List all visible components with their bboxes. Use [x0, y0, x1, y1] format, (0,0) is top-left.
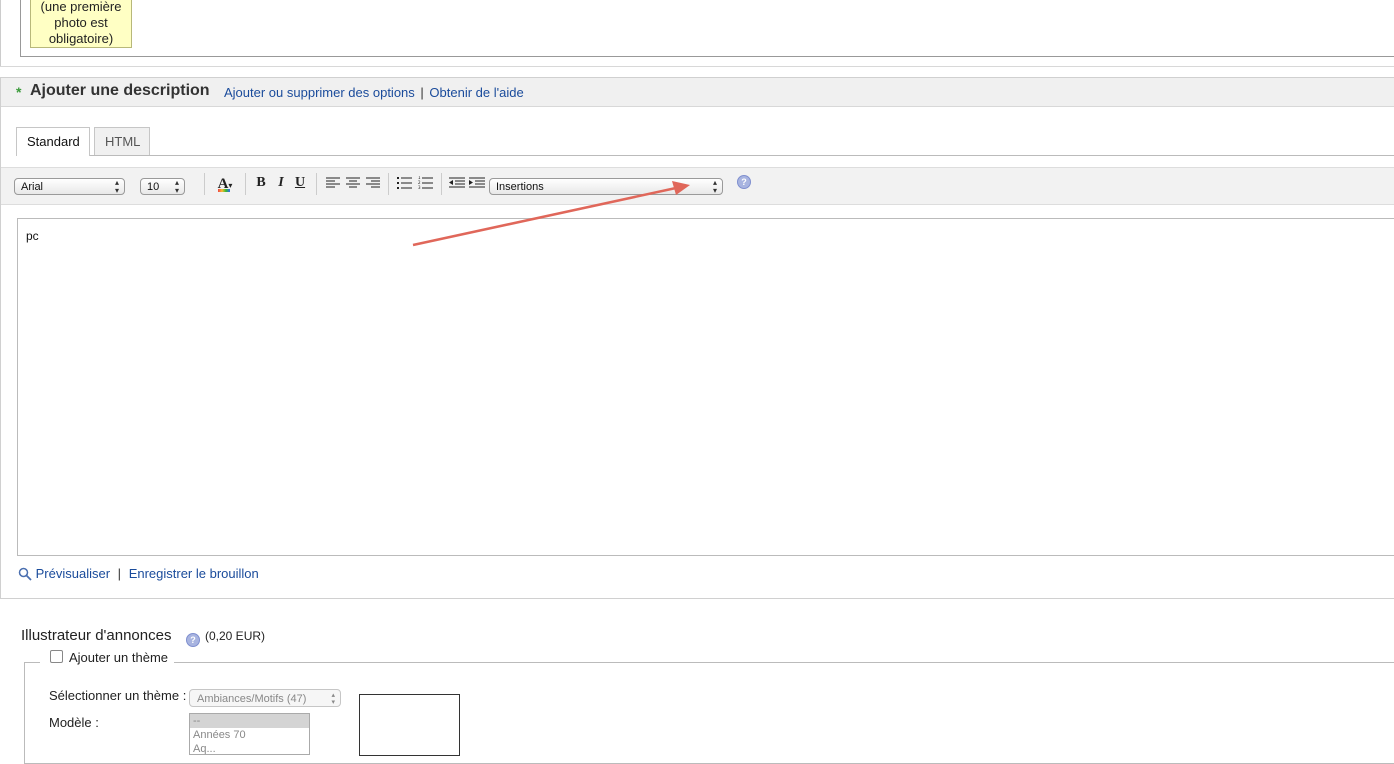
theme-select[interactable]: Ambiances/Motifs (47) ▴ ▾	[189, 689, 341, 707]
add-theme-checkbox[interactable]	[50, 650, 63, 663]
list-item[interactable]: Années 70	[190, 728, 309, 742]
list-item[interactable]: Aq...	[190, 742, 309, 754]
add-theme-label: Ajouter un thème	[69, 650, 169, 665]
illustrator-title: Illustrateur d'annonces	[21, 627, 172, 644]
list-item[interactable]: --	[190, 714, 309, 728]
preview-links: Prévisualiser | Enregistrer le brouillon	[18, 566, 259, 581]
model-label: Modèle :	[49, 715, 99, 730]
illustrator-help-icon[interactable]: ?	[186, 633, 200, 647]
model-listbox[interactable]: -- Années 70 Aq...	[189, 713, 310, 755]
magnifier-icon	[18, 567, 32, 581]
theme-preview-box	[359, 694, 460, 756]
link-separator: |	[117, 566, 122, 581]
select-theme-label: Sélectionner un thème :	[49, 688, 187, 703]
add-theme-legend: Ajouter un thème	[40, 650, 175, 665]
theme-select-value: Ambiances/Motifs (47)	[197, 693, 307, 705]
illustrator-price: (0,20 EUR)	[205, 629, 266, 643]
preview-link[interactable]: Prévisualiser	[36, 566, 110, 581]
select-arrows-icon: ▴ ▾	[331, 692, 335, 706]
save-draft-link[interactable]: Enregistrer le brouillon	[129, 566, 259, 581]
